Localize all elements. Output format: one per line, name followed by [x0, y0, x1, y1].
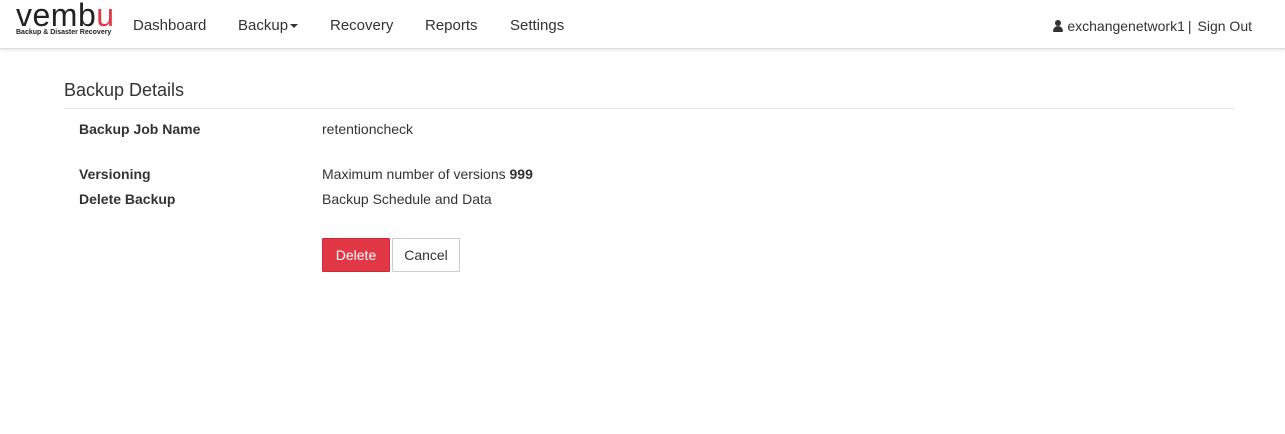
versioning-label: Versioning — [79, 166, 151, 182]
job-name-value: retentioncheck — [322, 121, 414, 137]
nav-settings[interactable]: Settings — [510, 17, 564, 35]
delete-backup-label: Delete Backup — [79, 191, 176, 207]
caret-down-icon — [290, 24, 299, 29]
nav-backup-label: Backup — [238, 17, 289, 34]
top-navbar: vembu Backup & Disaster Recovery Dashboa… — [0, 0, 1285, 49]
nav-separator: | — [1187, 18, 1192, 34]
title-divider — [64, 108, 1234, 109]
nav-backup-dropdown[interactable]: Backup — [238, 17, 299, 35]
job-name-label: Backup Job Name — [79, 121, 201, 137]
page-title: Backup Details — [64, 80, 185, 100]
nav-dashboard[interactable]: Dashboard — [133, 17, 206, 35]
username-label[interactable]: exchangenetwork1 — [1067, 18, 1185, 34]
sign-out-link[interactable]: Sign Out — [1198, 18, 1252, 34]
vembu-logo[interactable]: vembu Backup & Disaster Recovery — [15, 0, 115, 43]
cancel-button[interactable]: Cancel — [392, 238, 460, 272]
nav-reports[interactable]: Reports — [425, 17, 478, 35]
user-menu: exchangenetwork1 | Sign Out — [1053, 17, 1252, 35]
logo-tagline: Backup & Disaster Recovery — [16, 29, 112, 36]
delete-button[interactable]: Delete — [322, 238, 390, 272]
versioning-count: 999 — [509, 166, 533, 182]
nav-recovery[interactable]: Recovery — [330, 17, 393, 35]
versioning-text: Maximum number of versions — [322, 166, 506, 182]
logo-wordmark: vembu — [16, 0, 115, 33]
versioning-value: Maximum number of versions 999 — [322, 165, 533, 183]
delete-backup-value: Backup Schedule and Data — [322, 191, 492, 207]
user-icon — [1053, 20, 1064, 32]
